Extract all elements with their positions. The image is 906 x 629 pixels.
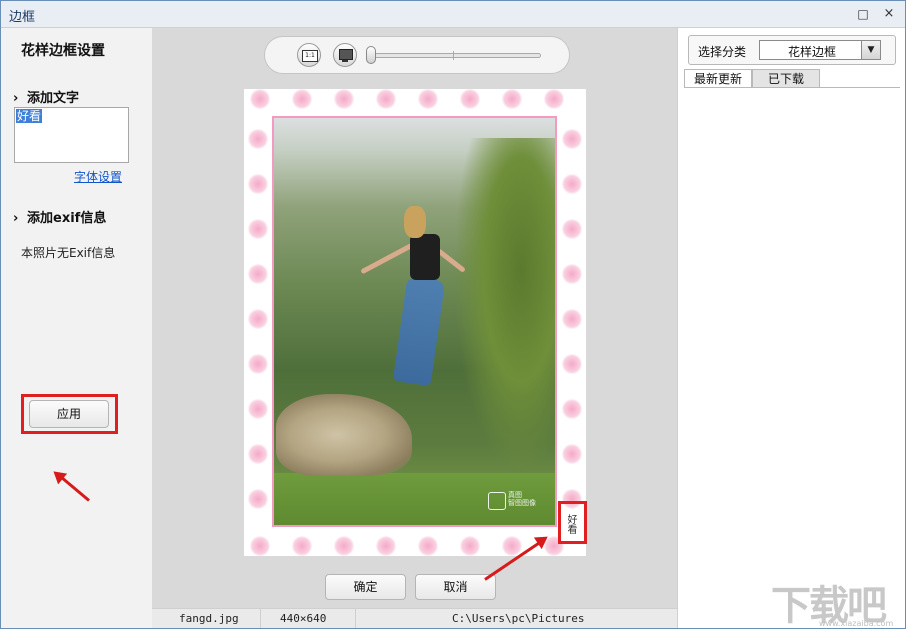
frame-heart-decoration [250,89,270,109]
frame-heart-decoration [562,219,582,239]
tab-underline [684,87,900,88]
frame-heart-decoration [376,536,396,556]
ok-button[interactable]: 确定 [325,574,406,600]
frame-heart-decoration [562,399,582,419]
frame-heart-decoration [250,536,270,556]
status-divider [355,609,356,628]
frame-heart-decoration [248,309,268,329]
font-settings-link[interactable]: 字体设置 [74,168,122,185]
frame-heart-decoration [460,536,480,556]
maximize-icon[interactable]: □ [854,5,872,23]
frame-heart-decoration [562,309,582,329]
add-exif-label: 添加exif信息 [27,211,107,226]
frame-heart-decoration [248,129,268,149]
window-title: 边框 [9,10,36,25]
tab-latest[interactable]: 最新更新 [684,69,752,88]
frame-heart-decoration [248,489,268,509]
zoom-slider-tick [453,51,454,60]
framed-photo-preview: 真图 智图图像 好看 [244,89,586,556]
vertical-text-highlight-box [558,501,587,544]
frame-heart-decoration [562,444,582,464]
close-icon[interactable]: × [880,5,898,23]
tab-downloaded[interactable]: 已下载 [752,69,820,88]
zoom-toolbar: 1:1 [264,36,570,74]
fit-screen-button[interactable] [333,43,357,67]
frame-inner-border [272,116,557,527]
frame-heart-decoration [418,89,438,109]
frame-heart-decoration [562,264,582,284]
selected-text: 好看 [16,109,43,123]
frame-heart-decoration [562,174,582,194]
frame-heart-decoration [418,536,438,556]
site-url: www.xiazaiba.com [819,619,894,628]
add-text-section[interactable]: › 添加文字 [13,87,79,106]
frame-library-panel: 选择分类 花样边框 ▼ 最新更新 已下载 [677,28,905,628]
frame-heart-decoration [248,174,268,194]
category-select[interactable]: 花样边框 ▼ [759,40,881,60]
category-bar: 选择分类 花样边框 ▼ [688,35,896,65]
frame-heart-decoration [502,89,522,109]
status-bar: fangd.jpg 440×640 C:\Users\pc\Pictures [152,608,677,628]
frame-heart-decoration [248,354,268,374]
frame-heart-decoration [376,89,396,109]
exif-message: 本照片无Exif信息 [21,246,116,260]
frame-heart-decoration [502,536,522,556]
settings-panel: 花样边框设置 › 添加文字 好看 字体设置 › 添加exif信息 本照片无Exif信… [1,28,152,628]
text-input[interactable]: 好看 [14,107,129,163]
chevron-down-icon[interactable]: ▼ [861,41,880,59]
frame-heart-decoration [334,536,354,556]
status-path: C:\Users\pc\Pictures [452,612,585,625]
category-value: 花样边框 [788,45,837,59]
panel-title: 花样边框设置 [21,43,105,59]
chevron-right-icon: › [13,211,19,226]
zoom-slider-track[interactable] [373,53,541,58]
border-editor-window: 边框 □ × 花样边框设置 › 添加文字 好看 字体设置 › 添加exif信息 本照… [0,0,906,629]
frame-heart-decoration [460,89,480,109]
title-bar: 边框 □ × [1,1,905,28]
frame-heart-decoration [544,89,564,109]
frame-heart-decoration [562,129,582,149]
status-divider [260,609,261,628]
chevron-right-icon: › [13,91,19,106]
monitor-icon [339,49,353,60]
apply-button[interactable]: 应用 [29,400,109,428]
frame-heart-decoration [334,89,354,109]
actual-size-icon: 1:1 [302,50,318,62]
frame-heart-decoration [248,399,268,419]
preview-area: 1:1 真图 智图图像 好看 确定 取消 [152,28,677,628]
zoom-slider-thumb[interactable] [366,46,376,64]
monitor-stand [342,60,348,62]
actual-size-button[interactable]: 1:1 [297,43,321,67]
status-filename: fangd.jpg [179,612,239,625]
frame-heart-decoration [248,219,268,239]
frame-heart-decoration [562,354,582,374]
status-dimensions: 440×640 [280,612,327,625]
frame-heart-decoration [248,264,268,284]
add-exif-section[interactable]: › 添加exif信息 [13,207,106,226]
frame-heart-decoration [292,536,312,556]
frame-heart-decoration [292,89,312,109]
frame-heart-decoration [248,444,268,464]
category-label: 选择分类 [698,45,747,59]
add-text-label: 添加文字 [27,91,80,106]
